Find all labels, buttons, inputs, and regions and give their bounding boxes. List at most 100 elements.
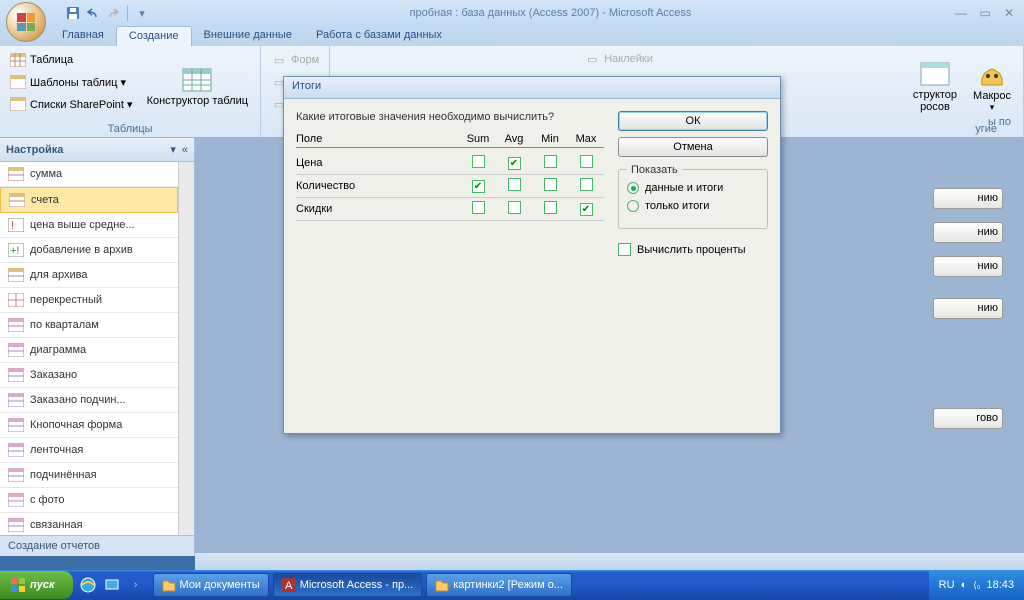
table-label: Таблица bbox=[30, 54, 73, 66]
nav-item[interactable]: !цена выше средне... bbox=[0, 213, 178, 238]
save-icon[interactable] bbox=[64, 4, 82, 22]
checkbox[interactable] bbox=[508, 201, 521, 214]
checkbox[interactable] bbox=[544, 178, 557, 191]
query-icon bbox=[8, 317, 24, 333]
totals-row: Цена ✔ bbox=[296, 152, 604, 175]
query-constructor-button[interactable]: структор росов bbox=[907, 49, 963, 121]
query-icon bbox=[919, 57, 951, 89]
window-title: пробная : база данных (Access 2007) - Mi… bbox=[151, 7, 950, 19]
nav-dropdown-icon[interactable]: ▾ bbox=[170, 143, 176, 156]
nav-item[interactable]: ленточная bbox=[0, 438, 178, 463]
checkbox[interactable] bbox=[472, 201, 485, 214]
table-design-label: Конструктор таблиц bbox=[147, 95, 248, 107]
close-button[interactable]: ✕ bbox=[998, 5, 1020, 21]
col-min: Min bbox=[532, 133, 568, 145]
nav-item[interactable]: диаграмма bbox=[0, 338, 178, 363]
folder-icon bbox=[162, 578, 176, 592]
checkbox[interactable] bbox=[580, 155, 593, 168]
totals-dialog: Итоги Какие итоговые значения необходимо… bbox=[283, 76, 781, 434]
tray-icon[interactable]: ⟨₀ bbox=[973, 580, 980, 591]
maximize-button[interactable]: ▭ bbox=[974, 5, 996, 21]
query-icon bbox=[8, 166, 24, 182]
checkbox[interactable]: ✔ bbox=[508, 157, 521, 170]
nav-item[interactable]: Кнопочная форма bbox=[0, 413, 178, 438]
access-icon: A bbox=[282, 578, 296, 592]
nav-item[interactable]: связанная bbox=[0, 513, 178, 535]
macro-button[interactable]: Макрос▾ bbox=[967, 49, 1017, 121]
checkbox[interactable] bbox=[580, 178, 593, 191]
col-max: Max bbox=[568, 133, 604, 145]
checkbox[interactable] bbox=[544, 201, 557, 214]
table-templates-button[interactable]: Шаблоны таблиц ▾ bbox=[6, 71, 137, 93]
query-icon bbox=[8, 392, 24, 408]
tab-dbtools[interactable]: Работа с базами данных bbox=[304, 26, 454, 46]
query-icon bbox=[8, 467, 24, 483]
tab-home[interactable]: Главная bbox=[50, 26, 116, 46]
office-button[interactable] bbox=[6, 2, 46, 42]
lang-indicator[interactable]: RU bbox=[939, 579, 955, 591]
checkbox-icon bbox=[618, 243, 631, 256]
macro-icon bbox=[976, 58, 1008, 90]
group-tables-title: Таблицы bbox=[6, 123, 254, 135]
minimize-button[interactable]: — bbox=[950, 5, 972, 21]
tray-icon[interactable]: ◐ bbox=[961, 579, 968, 591]
field-name: Количество bbox=[296, 180, 460, 192]
sharepoint-icon bbox=[10, 96, 26, 112]
show-legend: Показать bbox=[627, 164, 682, 176]
task-access[interactable]: AMicrosoft Access - пр... bbox=[273, 573, 423, 597]
nav-item-label: диаграмма bbox=[30, 344, 86, 356]
macro-label: Макрос bbox=[973, 90, 1011, 102]
radio-only-totals[interactable]: только итоги bbox=[627, 200, 759, 212]
checkbox[interactable] bbox=[544, 155, 557, 168]
checkbox[interactable]: ✔ bbox=[580, 203, 593, 216]
redo-icon[interactable] bbox=[104, 4, 122, 22]
task-documents[interactable]: Мои документы bbox=[153, 573, 269, 597]
nav-item-label: Заказано подчин... bbox=[30, 394, 126, 406]
checkbox[interactable] bbox=[472, 155, 485, 168]
tab-create[interactable]: Создание bbox=[116, 26, 192, 46]
nav-collapse-icon[interactable]: « bbox=[182, 144, 188, 156]
sharepoint-button[interactable]: Списки SharePoint ▾ bbox=[6, 93, 137, 115]
labels-button[interactable]: ▭Наклейки bbox=[580, 48, 657, 70]
templates-icon bbox=[10, 74, 26, 90]
desktop-icon[interactable] bbox=[101, 574, 123, 596]
checkbox[interactable] bbox=[508, 178, 521, 191]
nav-item[interactable]: подчинённая bbox=[0, 463, 178, 488]
bg-button[interactable]: гово bbox=[933, 408, 1003, 429]
field-name: Цена bbox=[296, 157, 460, 169]
tab-external[interactable]: Внешние данные bbox=[192, 26, 304, 46]
qat-dropdown-icon[interactable]: ▾ bbox=[133, 4, 151, 22]
cancel-button[interactable]: Отмена bbox=[618, 137, 768, 157]
nav-item-label: по кварталам bbox=[30, 319, 99, 331]
nav-item[interactable]: с фото bbox=[0, 488, 178, 513]
nav-item[interactable]: по кварталам bbox=[0, 313, 178, 338]
nav-item[interactable]: для архива bbox=[0, 263, 178, 288]
nav-item[interactable]: счета bbox=[0, 187, 178, 213]
undo-icon[interactable] bbox=[84, 4, 102, 22]
form-button[interactable]: ▭Форм bbox=[267, 49, 323, 71]
bg-button[interactable]: нию bbox=[933, 298, 1003, 319]
ie-icon[interactable] bbox=[77, 574, 99, 596]
nav-item[interactable]: перекрестный bbox=[0, 288, 178, 313]
task-images[interactable]: картинки2 [Режим о... bbox=[426, 573, 572, 597]
radio-data-and-totals[interactable]: данные и итоги bbox=[627, 182, 759, 194]
table-design-button[interactable]: Конструктор таблиц bbox=[141, 49, 254, 121]
bg-button[interactable]: нию bbox=[933, 222, 1003, 243]
chevron-right-icon[interactable]: › bbox=[125, 574, 147, 596]
nav-item[interactable]: сумма bbox=[0, 162, 178, 187]
col-avg: Avg bbox=[496, 133, 532, 145]
ok-button[interactable]: ОК bbox=[618, 111, 768, 131]
nav-item[interactable]: Заказано bbox=[0, 363, 178, 388]
percent-checkbox[interactable]: Вычислить проценты bbox=[618, 243, 768, 256]
query-icon bbox=[8, 417, 24, 433]
bg-button[interactable]: нию bbox=[933, 256, 1003, 277]
start-button[interactable]: пуск bbox=[0, 571, 73, 599]
nav-scrollbar[interactable] bbox=[178, 162, 194, 535]
checkbox[interactable]: ✔ bbox=[472, 180, 485, 193]
bg-button[interactable]: нию bbox=[933, 188, 1003, 209]
query-icon bbox=[8, 292, 24, 308]
nav-item[interactable]: Заказано подчин... bbox=[0, 388, 178, 413]
radio-icon bbox=[627, 200, 639, 212]
nav-item[interactable]: +!добавление в архив bbox=[0, 238, 178, 263]
table-button[interactable]: Таблица bbox=[6, 49, 137, 71]
